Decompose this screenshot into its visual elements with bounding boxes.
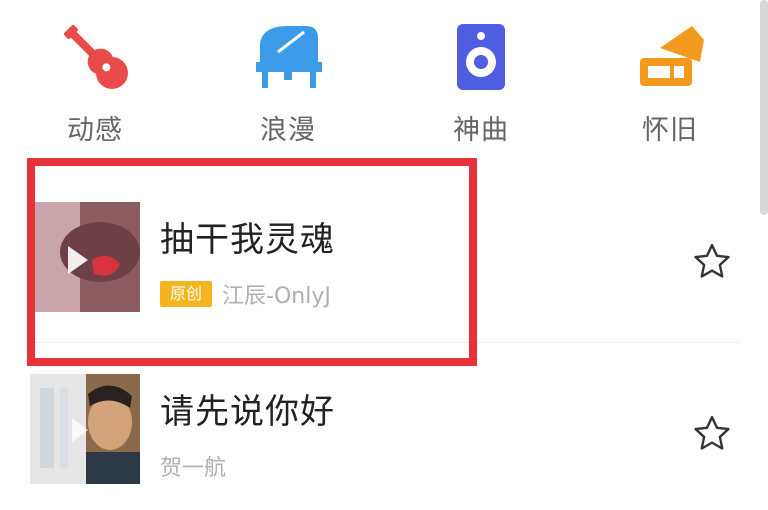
song-meta: 贺一航 [160,450,226,482]
gramophone-icon [630,18,710,94]
category-label: 浪漫 [260,115,316,146]
guitar-icon [55,18,135,94]
category-label: 动感 [67,115,123,146]
category-label: 怀旧 [642,115,698,146]
scrollbar[interactable] [760,0,768,215]
favorite-star-icon[interactable] [690,240,734,284]
album-cover[interactable] [30,374,140,484]
category-item-romantic[interactable]: 浪漫 [228,18,348,147]
piano-icon [248,18,328,94]
speaker-icon [441,18,521,94]
category-label: 神曲 [453,115,509,146]
category-item-nostalgic[interactable]: 怀旧 [610,18,730,147]
category-item-dynamic[interactable]: 动感 [35,18,155,147]
favorite-star-icon[interactable] [690,412,734,456]
song-title: 请先说你好 [160,392,335,432]
artist-name: 贺一航 [160,456,227,481]
category-item-hit[interactable]: 神曲 [421,18,541,147]
song-row[interactable]: 请先说你好 贺一航 [0,360,760,500]
category-row: 动感 浪漫 神曲 怀旧 [0,0,760,150]
highlight-box [27,158,477,366]
